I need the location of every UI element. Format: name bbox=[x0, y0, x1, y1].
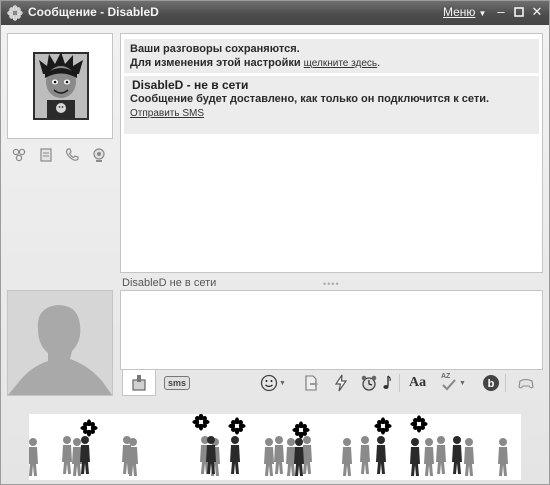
offline-message: Сообщение будет доставлено, как только о… bbox=[130, 93, 490, 105]
im-icon bbox=[132, 374, 146, 391]
notes-icon[interactable] bbox=[38, 147, 56, 165]
buzz-button[interactable]: b bbox=[482, 374, 500, 392]
chevron-down-icon: ▼ bbox=[478, 9, 487, 18]
minimize-button[interactable]: – bbox=[493, 4, 509, 20]
spellcheck-button[interactable]: AZ ▼ bbox=[440, 373, 466, 392]
default-avatar-icon bbox=[8, 305, 112, 395]
send-sms-link[interactable]: Отправить SMS bbox=[130, 108, 204, 119]
zap-icon bbox=[334, 374, 348, 392]
message-input-area[interactable] bbox=[120, 290, 543, 370]
splitter-handle[interactable]: •••• bbox=[323, 279, 340, 289]
input-toolbar: sms ▼ Aa AZ ▼ b bbox=[120, 370, 543, 397]
wakeup-button[interactable] bbox=[360, 374, 378, 392]
contact-avatar-image bbox=[33, 52, 89, 120]
tab-sms[interactable]: sms bbox=[160, 370, 194, 396]
click-here-link[interactable]: щелкните здесь bbox=[304, 58, 377, 69]
font-format-icon: Aa bbox=[409, 375, 427, 390]
offline-header: DisableD - не в сети bbox=[132, 78, 249, 92]
toolbar-divider bbox=[399, 374, 400, 392]
contact-status: DisableD не в сети bbox=[122, 277, 217, 289]
tab-im[interactable] bbox=[122, 370, 156, 396]
group-icon[interactable] bbox=[11, 147, 29, 165]
maximize-icon bbox=[514, 7, 524, 17]
menu-label: Меню bbox=[443, 5, 476, 19]
notice-period: . bbox=[377, 57, 381, 69]
note-icon bbox=[383, 375, 391, 389]
send-file-button[interactable] bbox=[302, 374, 320, 392]
chevron-down-icon: ▼ bbox=[459, 379, 466, 387]
zap-button[interactable] bbox=[332, 374, 350, 392]
smiley-button[interactable]: ▼ bbox=[260, 374, 286, 392]
history-notice: Ваши разговоры сохраняются. Для изменени… bbox=[124, 39, 539, 73]
contact-actions bbox=[11, 147, 111, 165]
webcam-icon[interactable] bbox=[91, 147, 109, 165]
ad-banner[interactable] bbox=[29, 414, 521, 480]
contact-avatar[interactable] bbox=[7, 33, 113, 139]
font-format-button[interactable]: Aa bbox=[409, 374, 426, 392]
window-title: Сообщение - DisableD bbox=[28, 5, 159, 19]
svg-text:b: b bbox=[488, 378, 495, 390]
my-avatar[interactable] bbox=[7, 290, 113, 396]
send-file-icon bbox=[305, 375, 318, 391]
buzz-icon: b bbox=[483, 375, 499, 391]
close-button[interactable]: ✕ bbox=[529, 4, 545, 20]
title-bar[interactable]: Сообщение - DisableD Меню ▼ – ✕ bbox=[1, 1, 549, 25]
message-history[interactable]: Ваши разговоры сохраняются. Для изменени… bbox=[120, 33, 543, 273]
games-button[interactable] bbox=[517, 374, 535, 392]
smiley-icon bbox=[260, 374, 278, 392]
offline-notice: DisableD - не в сети Сообщение будет дос… bbox=[124, 76, 539, 134]
toolbar-divider bbox=[505, 374, 506, 392]
notice-saving-text: Ваши разговоры сохраняются. bbox=[130, 43, 300, 55]
wakeup-icon bbox=[361, 375, 377, 391]
spellcheck-icon: AZ bbox=[440, 373, 458, 392]
maximize-button[interactable] bbox=[511, 4, 527, 20]
walking-people-banner bbox=[29, 414, 508, 476]
menu-button[interactable]: Меню ▼ bbox=[443, 5, 486, 19]
notice-settings-text: Для изменения этой настройки bbox=[130, 57, 301, 69]
phone-icon[interactable] bbox=[64, 147, 82, 165]
voice-button[interactable] bbox=[382, 374, 392, 392]
message-window: Сообщение - DisableD Меню ▼ – ✕ Ваши раз… bbox=[0, 0, 550, 485]
sms-label: sms bbox=[163, 376, 190, 390]
games-icon bbox=[518, 378, 534, 389]
chevron-down-icon: ▼ bbox=[279, 379, 286, 387]
icq-flower-icon bbox=[7, 5, 23, 21]
message-input[interactable] bbox=[121, 291, 542, 369]
